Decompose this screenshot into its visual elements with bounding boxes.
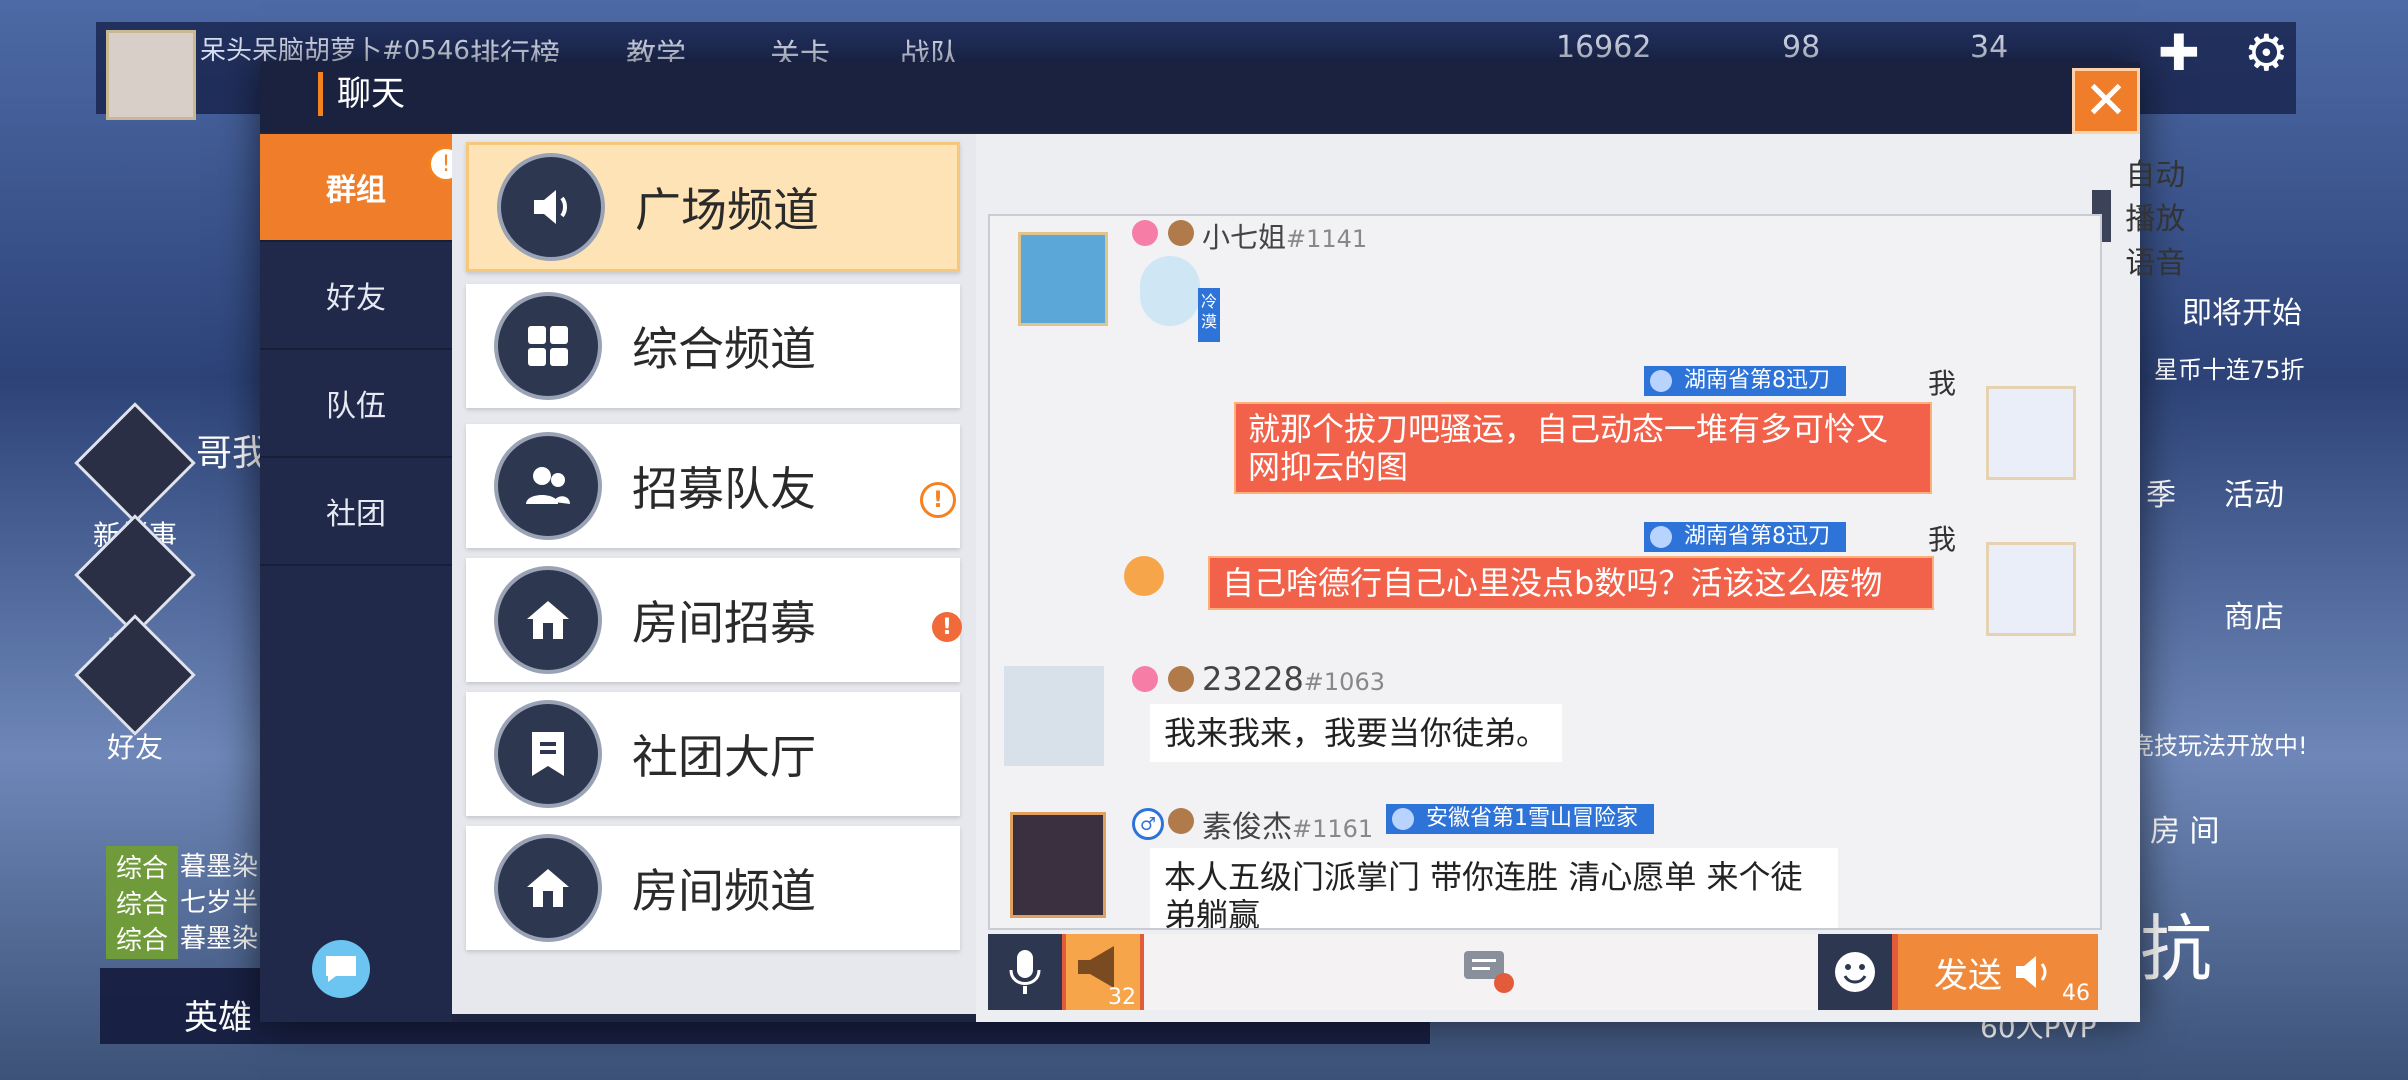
- chat-preview-tag: 综合: [106, 882, 179, 923]
- chat-preview-tag: 综合: [106, 918, 179, 959]
- chat-type-icon: [1132, 666, 1158, 692]
- voice-button[interactable]: [988, 934, 1062, 1010]
- avatar[interactable]: [1004, 666, 1104, 766]
- tab-friends[interactable]: 好友: [260, 242, 452, 350]
- event-starting-label: 即将开始: [2182, 296, 2302, 331]
- self-label: 我: [1928, 367, 1957, 400]
- channel-list: 广场频道 综合频道 招募队友 ! 房间招募 ! 社团大厅 房间频道: [452, 134, 976, 1014]
- send-count: 46: [2062, 981, 2090, 1006]
- channel-room-recruit[interactable]: 房间招募: [466, 558, 960, 682]
- send-label: 发送: [1934, 955, 2002, 996]
- grid-icon: [494, 292, 602, 400]
- channel-recruit-teammates[interactable]: 招募队友: [466, 424, 960, 548]
- rank-icon: [1168, 220, 1194, 246]
- title-badge: 湖南省第8迅刀: [1644, 522, 1846, 552]
- speaker-icon: [2016, 956, 2047, 988]
- self-message-bubble[interactable]: 就那个拔刀吧骚运，自己动态一堆有多可怜又 网抑云的图: [1234, 402, 1932, 494]
- channel-plaza[interactable]: 广场频道: [466, 142, 960, 272]
- self-label: 我: [1928, 523, 1957, 556]
- alert-icon: !: [932, 612, 962, 642]
- send-button[interactable]: 发送 46: [1898, 934, 2098, 1010]
- chat-bubble-icon: [326, 956, 356, 982]
- tab-club[interactable]: 社团: [260, 458, 452, 566]
- users-icon: [494, 432, 602, 540]
- gold-count: 16962: [1556, 30, 1652, 65]
- message-list[interactable]: 小七姐#1141 冷漠 湖南省第8迅刀 我 就那个拔刀吧骚运，自己动态一堆有多可…: [988, 214, 2102, 930]
- close-button[interactable]: ✕: [2072, 68, 2140, 134]
- male-icon: ♂: [1132, 808, 1164, 840]
- message-bubble[interactable]: 本人五级门派掌门 带你连胜 清心愿单 来个徒 弟躺赢: [1150, 848, 1838, 928]
- room-label[interactable]: 房 间: [2150, 806, 2220, 850]
- add-icon[interactable]: ✚: [2158, 24, 2200, 82]
- chat-input-bar: 32 发送 46: [988, 934, 2098, 1010]
- chat-preview-line: 暮墨染: [180, 924, 259, 954]
- gem-count: 98: [1782, 30, 1821, 65]
- chat-type-icon: [1132, 220, 1158, 246]
- channel-label: 广场频道: [635, 183, 819, 237]
- avatar[interactable]: [1010, 812, 1106, 918]
- banner-icon: [494, 700, 602, 808]
- player-avatar[interactable]: [106, 30, 196, 120]
- dialog-title: 聊天: [318, 72, 405, 116]
- chat-dialog: 聊天 ✕ 群组 好友 队伍 社团 ! 广场频道 综合频道 招募队友 ! 房间招募…: [260, 62, 2185, 1022]
- self-message-bubble[interactable]: 自己啥德行自己心里没点b数吗？活该这么废物: [1208, 556, 1934, 610]
- autoplay-label: 自动播放语音: [2125, 158, 2186, 281]
- home-icon: [494, 834, 602, 942]
- chat-disabled-icon: [1464, 951, 1514, 993]
- title-badge: 湖南省第8迅刀: [1644, 366, 1846, 396]
- horn-count: 32: [1108, 985, 1136, 1010]
- chat-preview-tag: 综合: [106, 846, 179, 887]
- battle-label: 抗: [2140, 907, 2213, 991]
- rank-icon: [1168, 666, 1194, 692]
- home-icon: [494, 566, 602, 674]
- emoji-icon: [1835, 952, 1875, 992]
- tab-party[interactable]: 队伍: [260, 350, 452, 458]
- channel-general[interactable]: 综合频道: [466, 284, 960, 408]
- floating-chat-button[interactable]: [312, 940, 370, 998]
- bottom-nav-heroes[interactable]: 英雄: [184, 990, 252, 1039]
- message-username: 素俊杰#1161: [1202, 810, 1374, 845]
- chat-tabs: 群组 好友 队伍 社团 !: [260, 134, 464, 1022]
- sticker: [1140, 256, 1200, 326]
- channel-label: 综合频道: [632, 322, 816, 376]
- friends-button[interactable]: 好友: [74, 614, 196, 766]
- message-username: 小七姐#1141: [1202, 221, 1368, 254]
- dialog-header: 聊天 ✕: [260, 62, 2140, 134]
- shop-label[interactable]: 商店: [2224, 592, 2284, 636]
- other-count: 34: [1970, 30, 2009, 65]
- message-input[interactable]: [1144, 934, 1834, 1010]
- message-username: 23228#1063: [1202, 660, 1385, 698]
- sticker-label: 冷漠: [1198, 288, 1220, 342]
- message-bubble[interactable]: 我来我来，我要当你徒弟。: [1150, 704, 1563, 762]
- channel-label: 房间招募: [632, 596, 816, 650]
- chat-panel: 自动播放语音 小七姐#1141 冷漠 湖南省第8迅刀 我 就那个拔刀吧骚运，自己…: [976, 134, 2185, 1022]
- chat-preview-line: 七岁半: [180, 888, 259, 918]
- channel-room[interactable]: 房间频道: [466, 826, 960, 950]
- channel-label: 社团大厅: [632, 730, 816, 784]
- channel-label: 招募队友: [632, 462, 816, 516]
- star-coin-promo: 星币十连75折: [2154, 356, 2305, 384]
- avatar[interactable]: [1986, 386, 2076, 480]
- season-label: 季: [2146, 478, 2176, 513]
- horn-button[interactable]: 32: [1066, 934, 1140, 1010]
- title-badge: 安徽省第1雪山冒险家: [1386, 804, 1654, 834]
- emoji-button[interactable]: [1818, 934, 1892, 1010]
- chat-preview-line: 暮墨染: [180, 852, 259, 882]
- activity-label[interactable]: 活动: [2224, 470, 2284, 514]
- autoplay-voice-toggle[interactable]: 自动播放语音: [2092, 150, 2190, 282]
- avatar[interactable]: [1986, 542, 2076, 636]
- speaker-icon: [497, 153, 605, 261]
- tab-group[interactable]: 群组: [260, 134, 452, 242]
- horn-icon: [1124, 556, 1164, 596]
- gear-icon[interactable]: ⚙: [2244, 24, 2289, 82]
- side-text: 哥我: [196, 433, 269, 474]
- avatar[interactable]: [1018, 232, 1108, 326]
- channel-label: 房间频道: [632, 864, 816, 918]
- pvp-open-label: 竞技玩法开放中!: [2130, 732, 2308, 760]
- channel-club-hall[interactable]: 社团大厅: [466, 692, 960, 816]
- rank-icon: [1168, 808, 1194, 834]
- alert-icon: !: [920, 482, 956, 518]
- microphone-icon: [1009, 950, 1041, 994]
